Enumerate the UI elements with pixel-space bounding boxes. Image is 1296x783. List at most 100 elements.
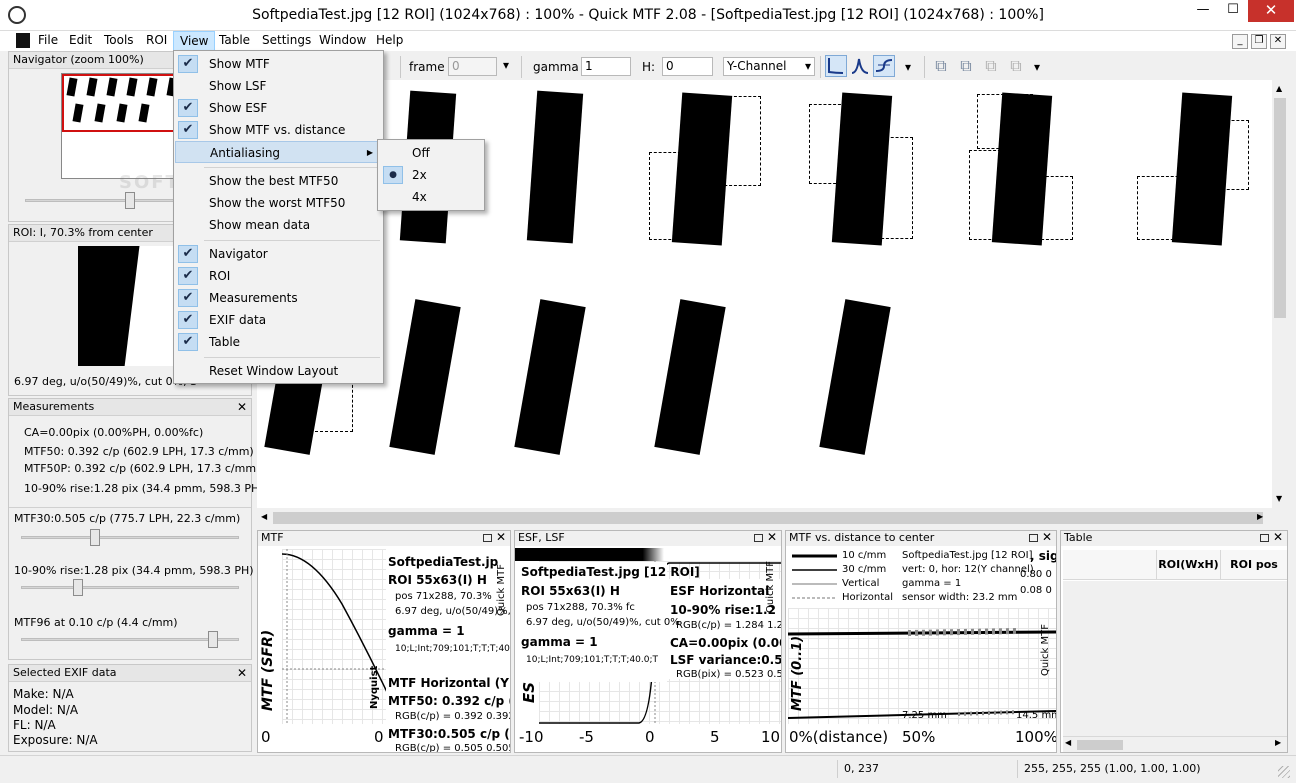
table-scroll-thumb[interactable] bbox=[1077, 740, 1123, 750]
mtf30-slider-track[interactable] bbox=[21, 536, 239, 539]
menu-show-esf[interactable]: ✔ Show ESF bbox=[175, 97, 382, 119]
column-header-roi-pos[interactable]: ROI pos bbox=[1221, 550, 1287, 580]
menu-help[interactable]: Help bbox=[370, 31, 409, 51]
roi-copy-icon[interactable]: ⧉ bbox=[955, 55, 977, 77]
restore-icon[interactable] bbox=[1029, 534, 1038, 542]
restore-icon[interactable] bbox=[483, 534, 492, 542]
rise-slider-thumb[interactable] bbox=[73, 579, 83, 596]
mdi-restore-button[interactable]: ❐ bbox=[1251, 34, 1267, 49]
document-icon[interactable] bbox=[16, 33, 30, 48]
roi-rectangle[interactable] bbox=[1193, 120, 1249, 190]
antialiasing-off[interactable]: Off bbox=[380, 142, 482, 164]
menu-show-mtf-distance[interactable]: ✔ Show MTF vs. distance bbox=[175, 119, 382, 141]
maximize-button[interactable]: ☐ bbox=[1218, 0, 1248, 22]
column-header-roi-size[interactable]: ROI(WxH) bbox=[1157, 550, 1221, 580]
roi-rectangle[interactable] bbox=[1137, 176, 1193, 240]
scroll-up-icon[interactable]: ▲ bbox=[1276, 84, 1282, 93]
channel-select[interactable]: Y-Channel ▾ bbox=[723, 57, 815, 76]
gamma-input[interactable]: 1 bbox=[581, 57, 631, 76]
mtf30-slider-thumb[interactable] bbox=[90, 529, 100, 546]
menu-roi[interactable]: ROI bbox=[140, 31, 173, 51]
mdi-close-button[interactable]: ✕ bbox=[1270, 34, 1286, 49]
scroll-left-icon[interactable]: ◀ bbox=[1065, 738, 1071, 747]
table-hscrollbar[interactable]: ◀ ▶ bbox=[1063, 736, 1287, 752]
roi-rectangle[interactable] bbox=[977, 94, 1033, 149]
close-icon[interactable]: ✕ bbox=[767, 531, 777, 544]
menu-show-mean-data[interactable]: Show mean data bbox=[175, 214, 382, 236]
esf-file-label: SoftpediaTest.jpg [12 ROI] bbox=[521, 565, 700, 579]
mdi-minimize-button[interactable]: _ bbox=[1232, 34, 1248, 49]
close-button[interactable]: ✕ bbox=[1248, 0, 1294, 22]
resize-grip-icon[interactable] bbox=[1278, 766, 1290, 778]
menu-show-lsf[interactable]: Show LSF bbox=[175, 75, 382, 97]
lsf-icon[interactable] bbox=[849, 55, 871, 77]
esf-panel-title-text: ESF, LSF bbox=[518, 531, 565, 544]
esf-xtick: 0 bbox=[645, 728, 655, 746]
table-corner bbox=[1063, 550, 1157, 580]
menu-exif-data[interactable]: ✔ EXIF data bbox=[175, 309, 382, 331]
menu-show-mtf[interactable]: ✔ Show MTF bbox=[175, 53, 382, 75]
antialiasing-2x[interactable]: ● 2x bbox=[380, 164, 482, 186]
status-bar: 0, 237 255, 255, 255 (1.00, 1.00, 1.00) bbox=[0, 755, 1296, 783]
esf-xtick: 10 bbox=[761, 728, 781, 746]
menu-settings[interactable]: Settings bbox=[256, 31, 317, 51]
menu-view[interactable]: View bbox=[173, 31, 216, 51]
restore-icon[interactable] bbox=[1260, 534, 1269, 542]
menu-table[interactable]: Table bbox=[213, 31, 256, 51]
restore-icon[interactable] bbox=[754, 534, 763, 542]
menu-tools[interactable]: Tools bbox=[98, 31, 140, 51]
scroll-left-icon[interactable]: ◀ bbox=[261, 512, 267, 521]
chevron-down-icon[interactable]: ▾ bbox=[1034, 60, 1040, 74]
minimize-button[interactable]: — bbox=[1188, 0, 1218, 22]
menu-show-worst-mtf50[interactable]: Show the worst MTF50 bbox=[175, 192, 382, 214]
roi-rectangle[interactable] bbox=[1017, 176, 1073, 240]
vertical-scrollbar[interactable]: ▲ ▼ bbox=[1272, 80, 1288, 508]
scroll-right-icon[interactable]: ▶ bbox=[1257, 512, 1263, 521]
scroll-down-icon[interactable]: ▼ bbox=[1276, 494, 1282, 503]
horizontal-scrollbar[interactable]: ◀ ▶ bbox=[257, 509, 1288, 527]
mtf-icon[interactable] bbox=[825, 55, 847, 77]
menu-file[interactable]: File bbox=[32, 31, 64, 51]
close-icon[interactable]: ✕ bbox=[496, 531, 506, 544]
menu-window[interactable]: Window bbox=[313, 31, 372, 51]
roi-rectangle[interactable] bbox=[857, 137, 913, 239]
horizontal-scroll-thumb[interactable] bbox=[273, 512, 1263, 524]
roi-rectangle[interactable] bbox=[295, 380, 353, 432]
mtf-distance-xtick: 100% bbox=[1015, 728, 1057, 746]
roi-add-icon[interactable]: ⧉ bbox=[930, 55, 952, 77]
check-icon: ✔ bbox=[178, 99, 198, 117]
roi-delete-icon[interactable]: ⧉ bbox=[980, 55, 1002, 77]
menu-antialiasing[interactable]: Antialiasing ▶ bbox=[175, 141, 382, 163]
menu-edit[interactable]: Edit bbox=[63, 31, 98, 51]
measurement-mtf50p: MTF50P: 0.392 c/p (602.9 LPH, 17.3 c/mm) bbox=[24, 462, 261, 475]
roi-clear-icon[interactable]: ⧉ bbox=[1005, 55, 1027, 77]
mtf96-slider-thumb[interactable] bbox=[208, 631, 218, 648]
chevron-down-icon[interactable]: ▾ bbox=[905, 60, 911, 74]
antialiasing-4x[interactable]: 4x bbox=[380, 186, 482, 208]
scroll-right-icon[interactable]: ▶ bbox=[1275, 738, 1281, 747]
menu-table-panel[interactable]: ✔ Table bbox=[175, 331, 382, 353]
roi-rectangle[interactable] bbox=[705, 96, 761, 186]
menu-measurements[interactable]: ✔ Measurements bbox=[175, 287, 382, 309]
frame-dropdown-icon[interactable]: ▾ bbox=[503, 58, 509, 72]
menu-navigator[interactable]: ✔ Navigator bbox=[175, 243, 382, 265]
menu-item-label: Show ESF bbox=[209, 101, 268, 115]
h-input[interactable]: 0 bbox=[662, 57, 713, 76]
esf-icon[interactable] bbox=[873, 55, 895, 77]
close-icon[interactable]: ✕ bbox=[237, 399, 247, 415]
menu-roi-panel[interactable]: ✔ ROI bbox=[175, 265, 382, 287]
test-bar bbox=[389, 299, 461, 455]
vertical-scroll-thumb[interactable] bbox=[1274, 98, 1286, 318]
mtf96-slider-track[interactable] bbox=[21, 638, 239, 641]
menu-show-best-mtf50[interactable]: Show the best MTF50 bbox=[175, 170, 382, 192]
frame-input[interactable]: 0 bbox=[448, 57, 497, 76]
menu-reset-window-layout[interactable]: Reset Window Layout bbox=[175, 360, 382, 382]
close-icon[interactable]: ✕ bbox=[1042, 531, 1052, 544]
roi-rectangle[interactable] bbox=[649, 152, 705, 240]
zoom-slider-thumb[interactable] bbox=[125, 192, 135, 209]
close-icon[interactable]: ✕ bbox=[237, 665, 247, 681]
test-bar bbox=[514, 299, 586, 455]
gamma-label: gamma bbox=[533, 60, 579, 74]
rise-slider-track[interactable] bbox=[21, 586, 239, 589]
close-icon[interactable]: ✕ bbox=[1273, 531, 1283, 544]
